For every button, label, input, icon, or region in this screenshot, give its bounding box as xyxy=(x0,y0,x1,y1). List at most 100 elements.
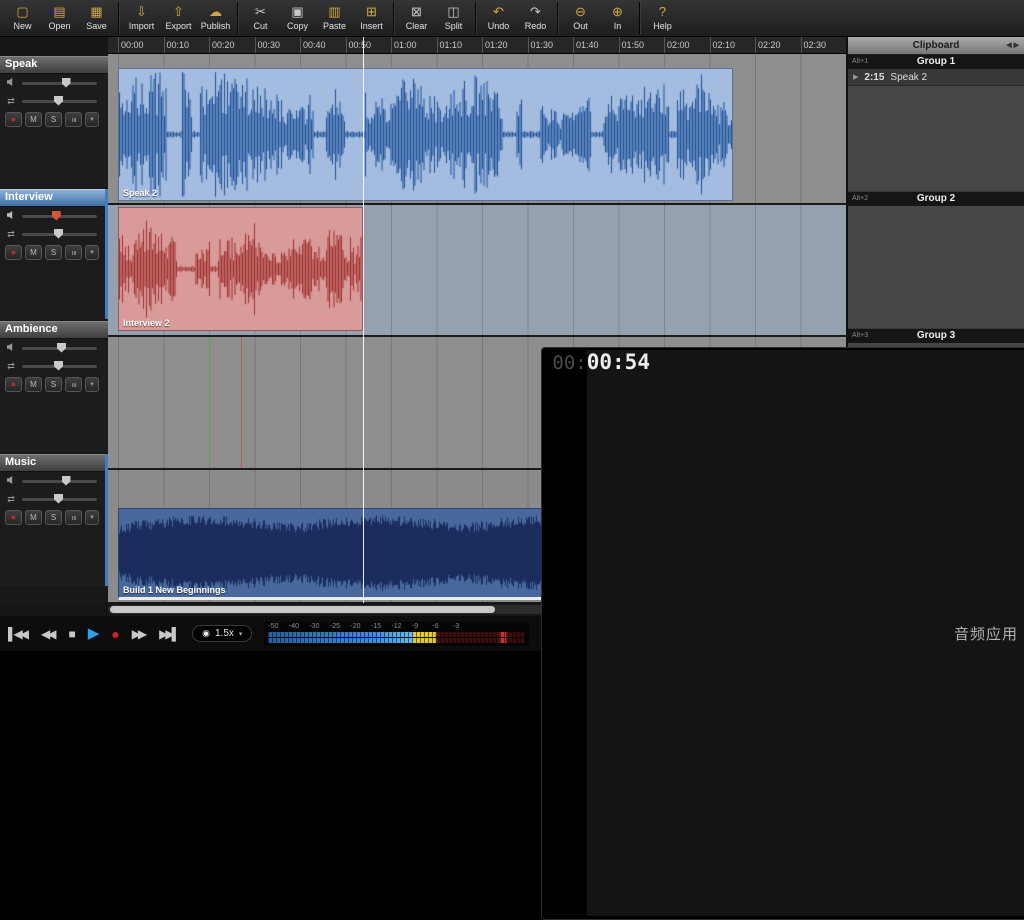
pan-icon: ⇄ xyxy=(5,361,17,372)
play-button[interactable]: ▶ xyxy=(88,626,100,641)
playhead[interactable] xyxy=(363,37,364,603)
solo-button[interactable]: S xyxy=(45,112,62,127)
mute-button[interactable]: M xyxy=(25,245,42,260)
volume-slider[interactable] xyxy=(22,480,97,483)
clipboard-nav-arrows[interactable]: ◀▶ xyxy=(1006,37,1021,54)
track-name-speak[interactable]: Speak xyxy=(0,56,108,74)
save-button[interactable]: ▦ Save xyxy=(78,0,115,36)
pan-slider-thumb[interactable] xyxy=(54,361,63,371)
publish-button[interactable]: ☁ Publish xyxy=(197,0,234,36)
redo-button[interactable]: ↷ Redo xyxy=(517,0,554,36)
clip-speak2[interactable]: Speak 2 xyxy=(118,68,733,201)
track-header-music[interactable]: Music ⇄ ● M S ≡ ▼ xyxy=(0,454,108,586)
skip-to-start-button[interactable]: ▌◀◀ xyxy=(8,628,29,640)
main-toolbar: ▢ New ▤ Open ▦ Save ⇩ Import ⇧ Export ☁ … xyxy=(0,0,1024,37)
group-1-header[interactable]: Alt+1 Group 1 xyxy=(848,55,1024,69)
cut-button[interactable]: ✂ Cut xyxy=(242,0,279,36)
zoom-in-button[interactable]: ⊕ In xyxy=(599,0,636,36)
pan-slider[interactable] xyxy=(22,233,97,236)
play-triangle-icon[interactable]: ▶ xyxy=(853,73,858,81)
nav-right-icon[interactable]: ▶ xyxy=(1014,42,1021,49)
ruler-tick: 02:10 xyxy=(710,37,756,53)
toolbar-separator xyxy=(557,2,559,34)
record-button[interactable]: ● xyxy=(111,627,119,641)
export-button[interactable]: ⇧ Export xyxy=(160,0,197,36)
open-button[interactable]: ▤ Open xyxy=(41,0,78,36)
track-name-music[interactable]: Music xyxy=(0,454,108,472)
group-2-header[interactable]: Alt+2 Group 2 xyxy=(848,192,1024,206)
record-arm-button[interactable]: ● xyxy=(5,245,22,260)
track-header-interview[interactable]: Interview ⇄ ● M S ≡ ▼ xyxy=(0,189,108,319)
mute-button[interactable]: M xyxy=(25,112,42,127)
group-3-header[interactable]: Alt+3 Group 3 xyxy=(848,329,1024,343)
rewind-button[interactable]: ◀◀ xyxy=(41,628,56,640)
clipboard-header[interactable]: Clipboard ◀▶ xyxy=(848,37,1024,55)
time-ruler[interactable]: 00:0000:1000:2000:3000:4000:5001:0001:10… xyxy=(108,37,846,54)
level-meter: -50-40-30-25-20-15-12-9-6-3 xyxy=(264,622,529,646)
nav-left-icon[interactable]: ◀ xyxy=(1006,42,1013,49)
insert-button[interactable]: ⊞ Insert xyxy=(353,0,390,36)
pan-slider-thumb[interactable] xyxy=(54,494,63,504)
fader-button[interactable]: ≡ xyxy=(65,112,82,127)
skip-to-end-button[interactable]: ▶▶▌ xyxy=(159,628,180,640)
clear-button[interactable]: ⊠ Clear xyxy=(398,0,435,36)
volume-slider[interactable] xyxy=(22,82,97,85)
record-arm-button[interactable]: ● xyxy=(5,510,22,525)
track-menu-button[interactable]: ▼ xyxy=(85,245,99,260)
help-question-icon: ? xyxy=(659,5,666,20)
volume-slider-thumb[interactable] xyxy=(62,476,71,486)
toolbar-group-clip: ⊠ Clear ◫ Split xyxy=(398,0,472,36)
pan-slider-thumb[interactable] xyxy=(54,96,63,106)
group-2-body[interactable] xyxy=(848,206,1024,329)
clip-interview2[interactable]: Interview 2 xyxy=(118,207,363,331)
pan-slider[interactable] xyxy=(22,365,97,368)
track-lane-interview[interactable]: Interview 2 xyxy=(108,205,846,335)
volume-slider-thumb[interactable] xyxy=(62,78,71,88)
scrollbar-thumb[interactable] xyxy=(110,606,495,613)
clipboard-group-1: Alt+1 Group 1 ▶ 2:15 Speak 2 xyxy=(848,55,1024,192)
sidebar-spacer xyxy=(0,37,108,56)
track-menu-button[interactable]: ▼ xyxy=(85,112,99,127)
split-icon: ◫ xyxy=(447,5,459,20)
fast-forward-button[interactable]: ▶▶ xyxy=(132,628,147,640)
record-arm-button[interactable]: ● xyxy=(5,377,22,392)
solo-button[interactable]: S xyxy=(45,245,62,260)
paste-button[interactable]: ▥ Paste xyxy=(316,0,353,36)
pan-slider-thumb[interactable] xyxy=(54,229,63,239)
track-header-ambience[interactable]: Ambience ⇄ ● M S ≡ ▼ xyxy=(0,321,108,452)
open-folder-icon: ▤ xyxy=(53,5,65,20)
copy-button[interactable]: ▣ Copy xyxy=(279,0,316,36)
record-arm-button[interactable]: ● xyxy=(5,112,22,127)
pan-slider[interactable] xyxy=(22,498,97,501)
track-menu-button[interactable]: ▼ xyxy=(85,377,99,392)
ruler-tick: 02:00 xyxy=(664,37,710,53)
new-button[interactable]: ▢ New xyxy=(4,0,41,36)
volume-slider[interactable] xyxy=(22,215,97,218)
track-name-interview[interactable]: Interview xyxy=(0,189,108,207)
fader-button[interactable]: ≡ xyxy=(65,510,82,525)
undo-button[interactable]: ↶ Undo xyxy=(480,0,517,36)
import-button[interactable]: ⇩ Import xyxy=(123,0,160,36)
clipboard-item-speak2[interactable]: ▶ 2:15 Speak 2 xyxy=(848,69,1024,86)
playback-speed-control[interactable]: ◉ 1.5x ▾ xyxy=(192,625,252,642)
track-header-speak[interactable]: Speak ⇄ ● M S ≡ ▼ xyxy=(0,37,108,187)
volume-slider[interactable] xyxy=(22,347,97,350)
volume-slider-thumb[interactable] xyxy=(57,343,66,353)
group-1-body[interactable]: ▶ 2:15 Speak 2 xyxy=(848,69,1024,192)
zoom-out-button[interactable]: ⊖ Out xyxy=(562,0,599,36)
fader-button[interactable]: ≡ xyxy=(65,245,82,260)
track-lane-speak[interactable]: Speak 2 xyxy=(108,54,846,203)
stop-button[interactable]: ■ xyxy=(68,628,75,640)
help-button[interactable]: ? Help xyxy=(644,0,681,36)
solo-button[interactable]: S xyxy=(45,377,62,392)
pan-slider[interactable] xyxy=(22,100,97,103)
split-button[interactable]: ◫ Split xyxy=(435,0,472,36)
volume-slider-thumb[interactable] xyxy=(52,211,61,221)
solo-button[interactable]: S xyxy=(45,510,62,525)
mute-button[interactable]: M xyxy=(25,510,42,525)
mute-button[interactable]: M xyxy=(25,377,42,392)
track-name-ambience[interactable]: Ambience xyxy=(0,321,108,339)
fader-button[interactable]: ≡ xyxy=(65,377,82,392)
track-menu-button[interactable]: ▼ xyxy=(85,510,99,525)
ruler-tick: 00:50 xyxy=(346,37,392,53)
